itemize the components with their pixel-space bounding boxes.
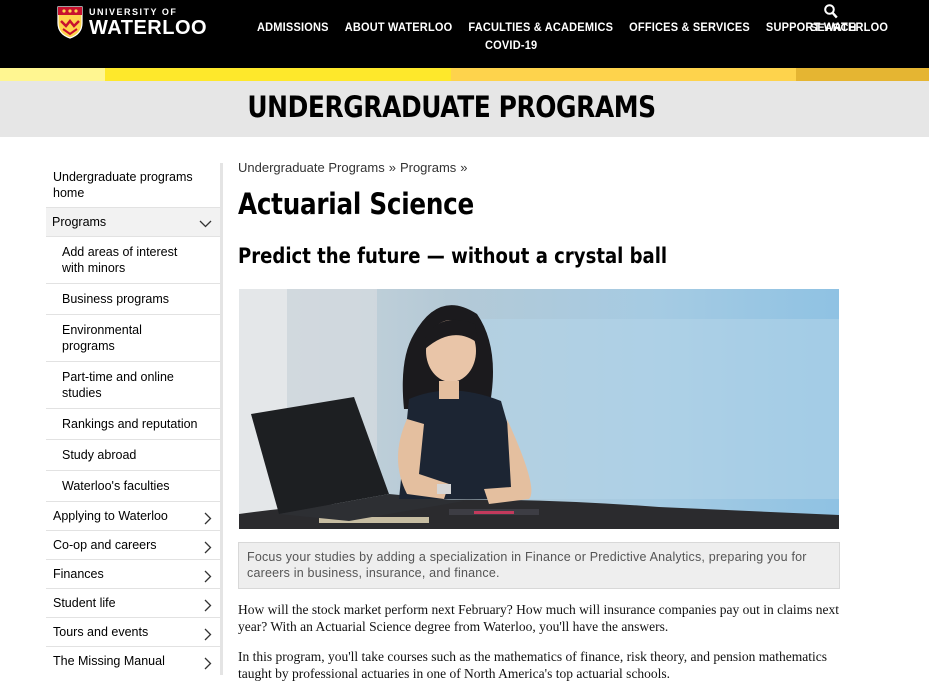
chevron-right-icon[interactable] <box>204 657 212 670</box>
sidebar-item-label: Student life <box>53 596 116 610</box>
sidebar-item-label: Business programs <box>62 292 169 306</box>
crest-icon <box>57 6 83 39</box>
breadcrumb-undergraduate-programs[interactable]: Undergraduate Programs <box>238 160 385 175</box>
student-with-laptop-illustration <box>239 289 839 529</box>
chevron-right-icon[interactable] <box>204 628 212 641</box>
sidebar-nav: Undergraduate programs home Programs Add… <box>46 163 223 675</box>
page-subtitle: Predict the future — without a crystal b… <box>238 244 668 268</box>
sidebar-item-applying[interactable]: Applying to Waterloo <box>46 502 220 531</box>
sidebar-item-tours[interactable]: Tours and events <box>46 618 220 647</box>
page-title: Actuarial Science <box>238 187 475 221</box>
sidebar-item-label: Rankings and reputation <box>62 417 198 431</box>
breadcrumb-separator: » <box>460 160 468 175</box>
sidebar-item-label: Study abroad <box>62 448 137 462</box>
search-button[interactable]: SEARCH <box>810 4 856 34</box>
sidebar-item-finances[interactable]: Finances <box>46 560 220 589</box>
breadcrumb-separator: » <box>388 160 396 175</box>
main-content: Undergraduate Programs » Programs » Actu… <box>238 160 840 681</box>
sidebar-item-label: Co-op and careers <box>53 538 157 552</box>
chevron-right-icon[interactable] <box>204 570 212 583</box>
sidebar-subitem-faculties[interactable]: Waterloo's faculties <box>46 471 220 502</box>
sidebar-subitem-part-time[interactable]: Part-time and online studies <box>46 362 220 409</box>
banner-title: UNDERGRADUATE PROGRAMS <box>247 90 656 124</box>
sidebar-subitem-study-abroad[interactable]: Study abroad <box>46 440 220 471</box>
sidebar-item-label: Applying to Waterloo <box>53 509 168 523</box>
sidebar-item-coop[interactable]: Co-op and careers <box>46 531 220 560</box>
nav-offices-services[interactable]: OFFICES & SERVICES <box>621 22 758 35</box>
search-icon <box>824 4 838 19</box>
color-stripe <box>0 68 929 81</box>
chevron-right-icon[interactable] <box>204 541 212 554</box>
sidebar-item-label: Waterloo's faculties <box>62 479 170 493</box>
university-logo[interactable]: UNIVERSITY OF WATERLOO <box>57 6 207 39</box>
chevron-right-icon[interactable] <box>204 599 212 612</box>
sidebar-item-label: Finances <box>53 567 104 581</box>
sidebar-item-programs[interactable]: Programs <box>46 208 220 237</box>
sidebar-item-label: Programs <box>52 215 107 229</box>
breadcrumb-programs[interactable]: Programs <box>400 160 456 175</box>
nav-covid-19[interactable]: COVID-19 <box>477 40 545 53</box>
sidebar-item-label: Environmental programs <box>62 323 142 353</box>
sidebar-subitem-environmental[interactable]: Environmental programs <box>46 315 220 362</box>
sidebar-item-home[interactable]: Undergraduate programs home <box>46 163 220 208</box>
sidebar-item-student-life[interactable]: Student life <box>46 589 220 618</box>
intro-paragraph: How will the stock market perform next F… <box>238 602 839 634</box>
sidebar-item-label: Add areas of interest with minors <box>62 245 178 275</box>
courses-paragraph: In this program, you'll take courses suc… <box>238 649 828 681</box>
logo-bottom-text: WATERLOO <box>89 16 208 39</box>
sidebar-item-missing-manual[interactable]: The Missing Manual <box>46 647 220 675</box>
hero-image <box>239 289 839 529</box>
breadcrumb: Undergraduate Programs » Programs » <box>238 160 840 175</box>
chevron-down-icon[interactable] <box>199 220 212 228</box>
chevron-right-icon[interactable] <box>204 512 212 525</box>
sidebar-subitem-minors[interactable]: Add areas of interest with minors <box>46 237 220 284</box>
site-header: UNIVERSITY OF WATERLOO ADMISSIONS ABOUT … <box>0 0 929 68</box>
image-caption: Focus your studies by adding a specializ… <box>238 542 840 589</box>
main-nav: ADMISSIONS ABOUT WATERLOO FACULTIES & AC… <box>249 22 888 53</box>
search-label: SEARCH <box>810 22 857 34</box>
page-banner: UNDERGRADUATE PROGRAMS <box>0 81 929 137</box>
logo-top-text: UNIVERSITY OF <box>89 6 178 17</box>
nav-faculties-academics[interactable]: FACULTIES & ACADEMICS <box>460 22 621 35</box>
sidebar-item-label: Tours and events <box>53 625 149 639</box>
sidebar-subitem-business[interactable]: Business programs <box>46 284 220 315</box>
nav-admissions[interactable]: ADMISSIONS <box>249 22 337 35</box>
sidebar-item-label: The Missing Manual <box>53 654 165 668</box>
sidebar-item-label: Part-time and online studies <box>62 370 174 400</box>
sidebar-item-label: Undergraduate programs home <box>53 170 193 200</box>
nav-about-waterloo[interactable]: ABOUT WATERLOO <box>337 22 461 35</box>
sidebar-subitem-rankings[interactable]: Rankings and reputation <box>46 409 220 440</box>
